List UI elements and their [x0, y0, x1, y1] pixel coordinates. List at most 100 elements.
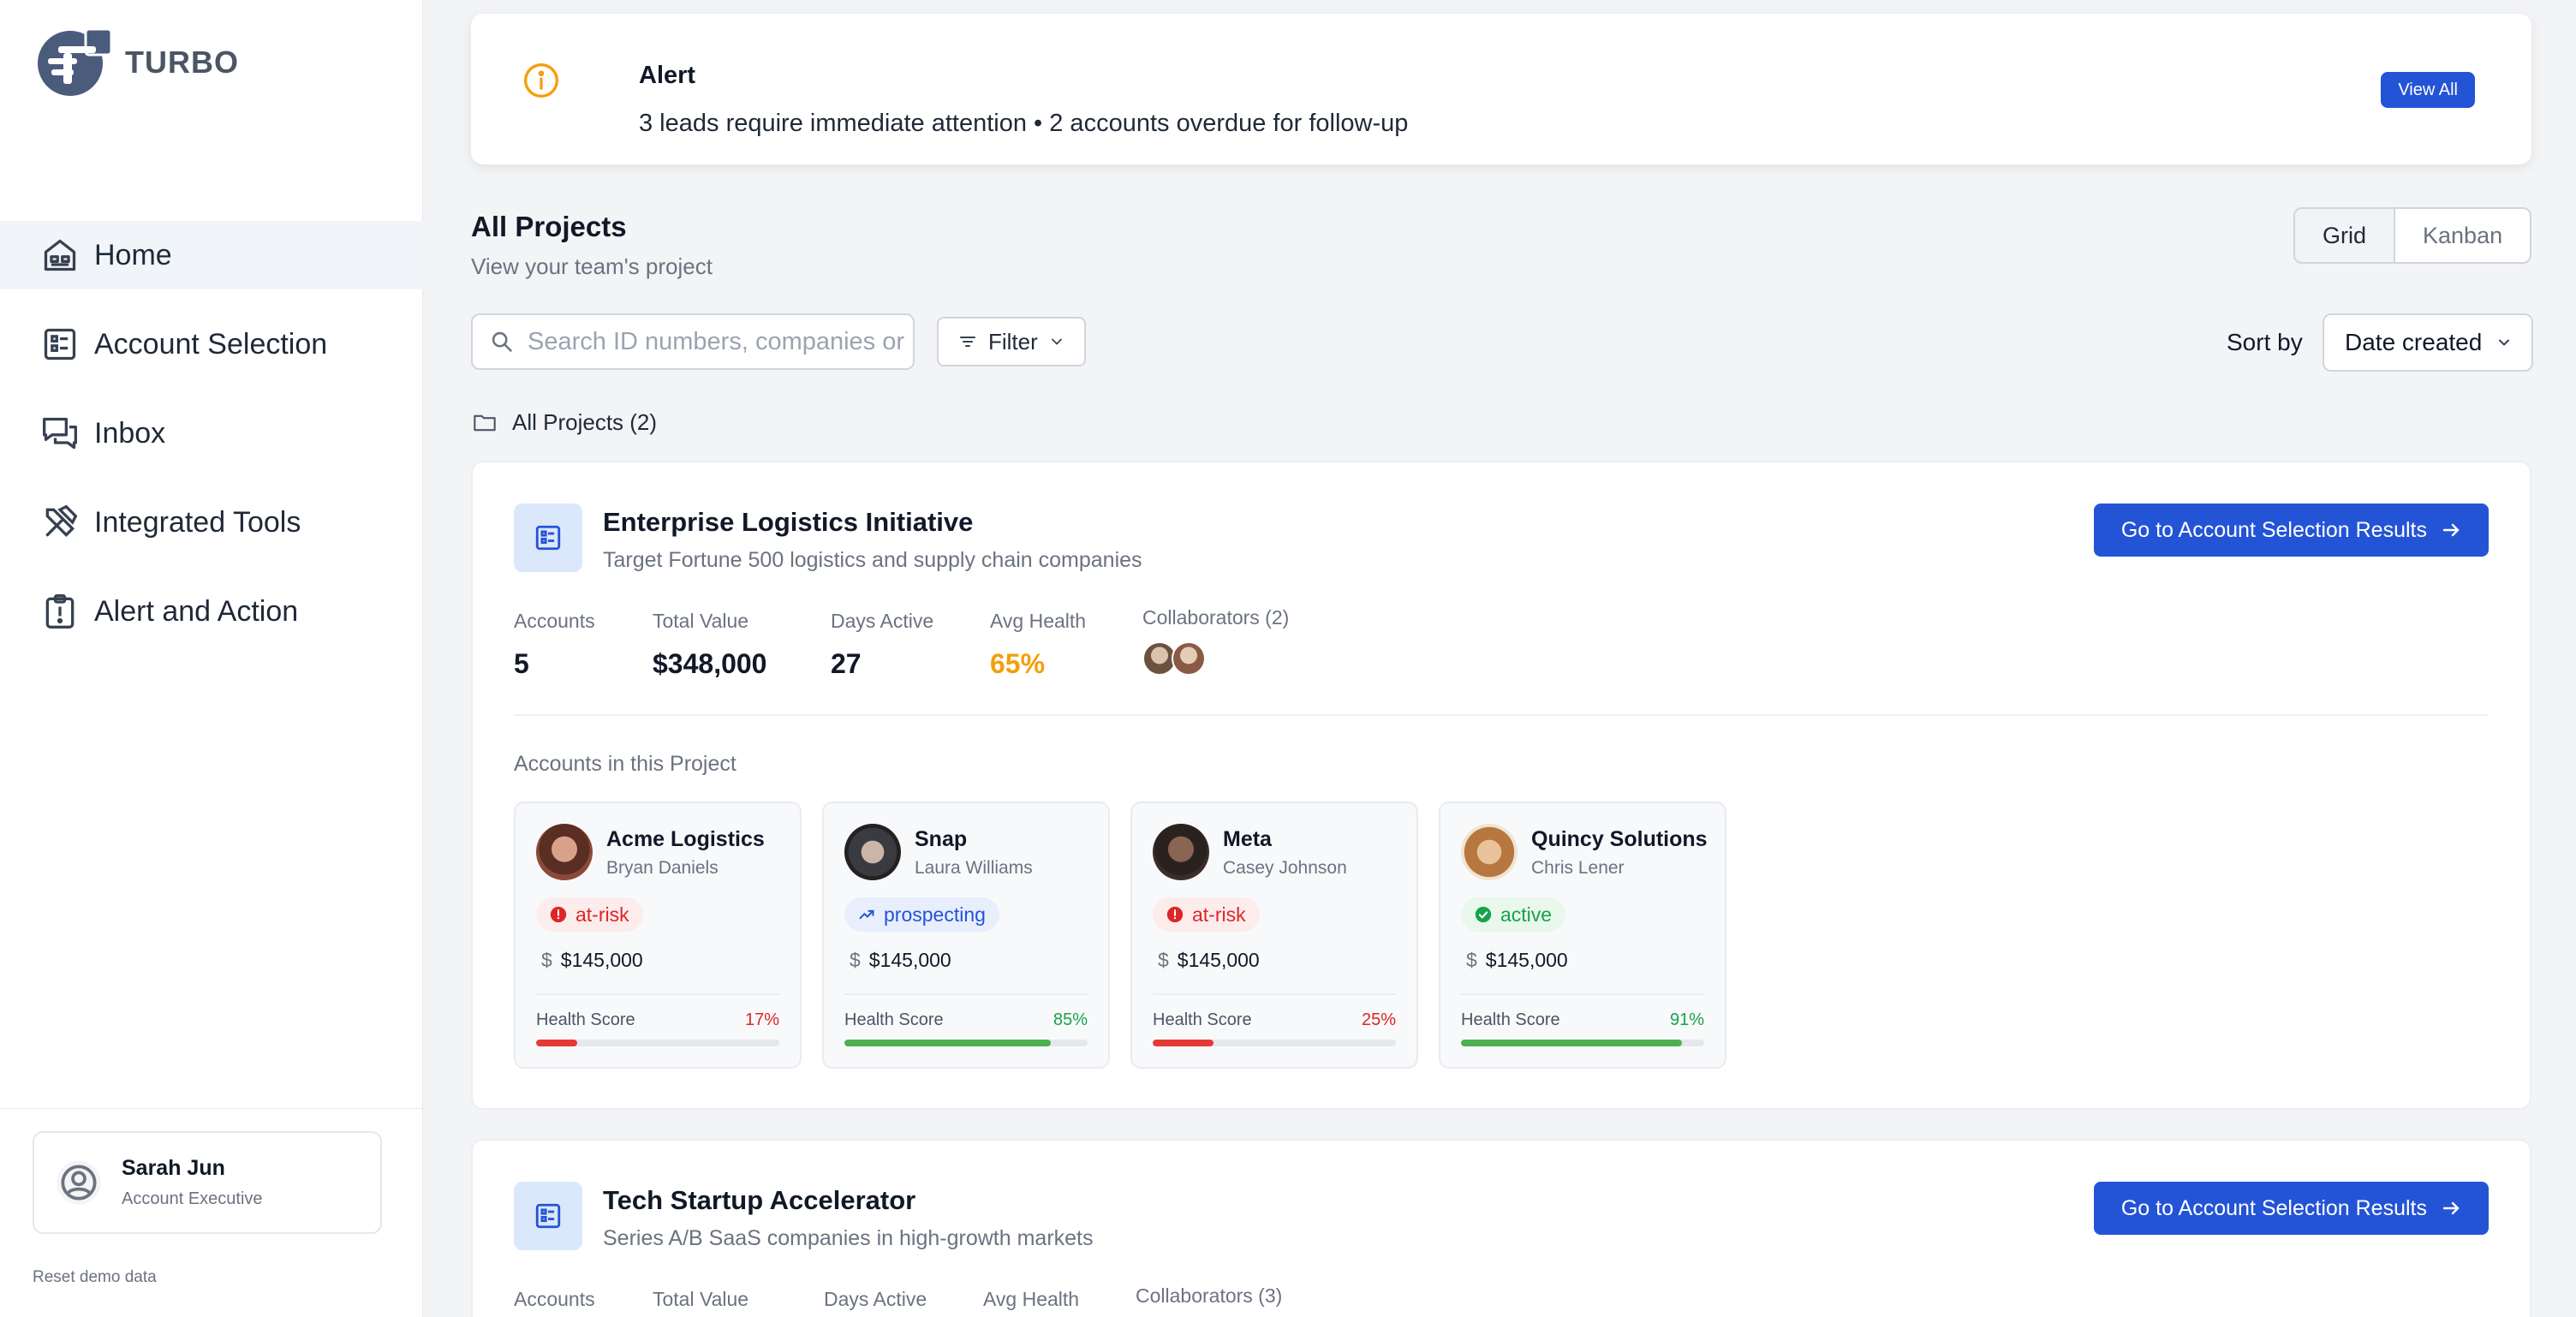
search-icon [492, 331, 512, 352]
go-to-results-button[interactable]: Go to Account Selection Results [2093, 504, 2489, 557]
grid-view-button[interactable]: Grid [2295, 209, 2396, 262]
sidebar-item-label: Home [94, 238, 172, 271]
chat-icon [43, 417, 77, 450]
main-content: Alert 3 leads require immediate attentio… [423, 0, 2576, 1317]
folder-icon [474, 414, 496, 431]
divider [514, 714, 2489, 716]
account-contact: Casey Johnson [1223, 858, 1347, 878]
project-icon [514, 504, 582, 572]
stat-avg-health: Avg Health [983, 1288, 1079, 1311]
stat-value: 27 [831, 648, 862, 679]
status-badge: active [1461, 897, 1566, 932]
page-title: All Projects [471, 211, 627, 242]
project-card: Tech Startup Accelerator Series A/B SaaS… [471, 1139, 2531, 1317]
search-input[interactable] [528, 327, 904, 356]
stat-label: Accounts [514, 610, 595, 632]
sidebar-item-account-selection[interactable]: Account Selection [0, 310, 423, 378]
health-score-label: Health Score [1153, 1010, 1252, 1029]
account-card[interactable]: Snap Laura Williams prospecting $ $145,00… [822, 802, 1110, 1069]
account-value-text: $145,000 [1485, 949, 1568, 971]
currency-icon: $ [1158, 949, 1169, 971]
status-label: prospecting [884, 903, 986, 926]
divider [844, 993, 1088, 995]
alert-message: 3 leads require immediate attention • 2 … [639, 110, 1409, 137]
health-score-bar [1153, 1040, 1396, 1046]
account-value: $ $145,000 [1158, 949, 1260, 972]
collaborator-avatars[interactable] [1142, 641, 1289, 676]
alert-title: Alert [639, 62, 696, 89]
stat-value: $348,000 [653, 648, 767, 679]
sidebar-item-alert-and-action[interactable]: Alert and Action [0, 577, 423, 646]
health-score-fill [1461, 1040, 1683, 1046]
view-all-button[interactable]: View All [2381, 72, 2475, 108]
account-card[interactable]: Meta Casey Johnson at-risk $ $145,000 Hea… [1130, 802, 1418, 1069]
health-score-label: Health Score [1461, 1010, 1560, 1029]
account-value: $ $145,000 [850, 949, 951, 972]
sidebar-item-integrated-tools[interactable]: Integrated Tools [0, 488, 423, 557]
sidebar-item-label: Alert and Action [94, 594, 299, 628]
account-value: $ $145,000 [541, 949, 643, 972]
account-value-text: $145,000 [560, 949, 643, 971]
sort-dropdown[interactable]: Date created [2323, 313, 2533, 372]
sidebar-item-home[interactable]: Home [0, 221, 423, 289]
account-list: Acme Logistics Bryan Daniels at-risk $ $1… [514, 802, 1726, 1069]
reset-demo-link[interactable]: Reset demo data [33, 1268, 157, 1287]
account-card[interactable]: Acme Logistics Bryan Daniels at-risk $ $1… [514, 802, 802, 1069]
chevron-down-icon [2499, 339, 2510, 346]
sidebar-item-label: Account Selection [94, 327, 328, 361]
filter-label: Filter [988, 328, 1038, 355]
stat-label: Collaborators (2) [1142, 606, 1290, 629]
account-card[interactable]: Quincy Solutions Chris Lener active $ $14… [1439, 802, 1726, 1069]
list-icon [44, 328, 76, 361]
project-card: Enterprise Logistics Initiative Target F… [471, 461, 2531, 1110]
project-description: Series A/B SaaS companies in high-growth… [603, 1226, 1094, 1250]
sort-value: Date created [2345, 329, 2483, 355]
stat-label: Collaborators (3) [1136, 1284, 1283, 1307]
account-name: Meta [1223, 827, 1272, 851]
sidebar-item-label: Inbox [94, 416, 166, 450]
avatar [1153, 824, 1209, 880]
health-score-value: 85% [1052, 1010, 1088, 1029]
check-circle-icon [1475, 906, 1492, 923]
sidebar-item-inbox[interactable]: Inbox [0, 399, 423, 468]
kanban-view-button[interactable]: Kanban [2395, 209, 2530, 262]
account-value-text: $145,000 [1177, 949, 1260, 971]
stat-label: Avg Health [990, 610, 1087, 632]
filter-button[interactable]: Filter [937, 317, 1086, 366]
user-name: Sarah Jun [122, 1156, 225, 1180]
logo[interactable]: TURBO [33, 27, 239, 98]
currency-icon: $ [850, 949, 861, 971]
stat-days-active: Days Active 27 [831, 610, 933, 680]
health-score-value: 91% [1669, 1010, 1704, 1029]
account-name: Quincy Solutions [1531, 827, 1708, 851]
folder-breadcrumb[interactable]: All Projects (2) [473, 409, 657, 436]
health-score-fill [844, 1040, 1052, 1046]
status-label: at-risk [1192, 903, 1246, 926]
user-avatar-icon [57, 1160, 101, 1205]
stat-accounts: Accounts 5 [514, 610, 595, 680]
alert-circle-icon [1166, 906, 1184, 923]
alert-banner: Alert 3 leads require immediate attentio… [471, 14, 2531, 164]
home-icon [44, 239, 76, 271]
user-card[interactable]: Sarah Jun Account Executive [33, 1131, 382, 1234]
trending-up-icon [859, 909, 874, 920]
stat-accounts: Accounts [514, 1288, 595, 1311]
arrow-right-icon [2442, 523, 2460, 537]
account-value: $ $145,000 [1466, 949, 1568, 972]
status-label: at-risk [575, 903, 629, 926]
folder-label: All Projects (2) [512, 409, 658, 435]
go-to-results-button[interactable]: Go to Account Selection Results [2093, 1182, 2489, 1235]
currency-icon: $ [541, 949, 552, 971]
health-score-value: 25% [1361, 1010, 1396, 1029]
accounts-section-label: Accounts in this Project [514, 752, 736, 776]
sidebar-nav: Home Account Selection Inbox Integrated … [0, 221, 423, 666]
avatar [1461, 824, 1518, 880]
health-score-fill [536, 1040, 578, 1046]
account-name: Snap [915, 827, 968, 851]
logo-text: TURBO [125, 45, 239, 80]
arrow-right-icon [2442, 1201, 2460, 1215]
project-title: Tech Startup Accelerator [603, 1185, 916, 1215]
sort-label: Sort by [2227, 329, 2303, 355]
stat-collaborators: Collaborators (3) [1136, 1284, 1282, 1308]
filter-icon [960, 337, 975, 347]
